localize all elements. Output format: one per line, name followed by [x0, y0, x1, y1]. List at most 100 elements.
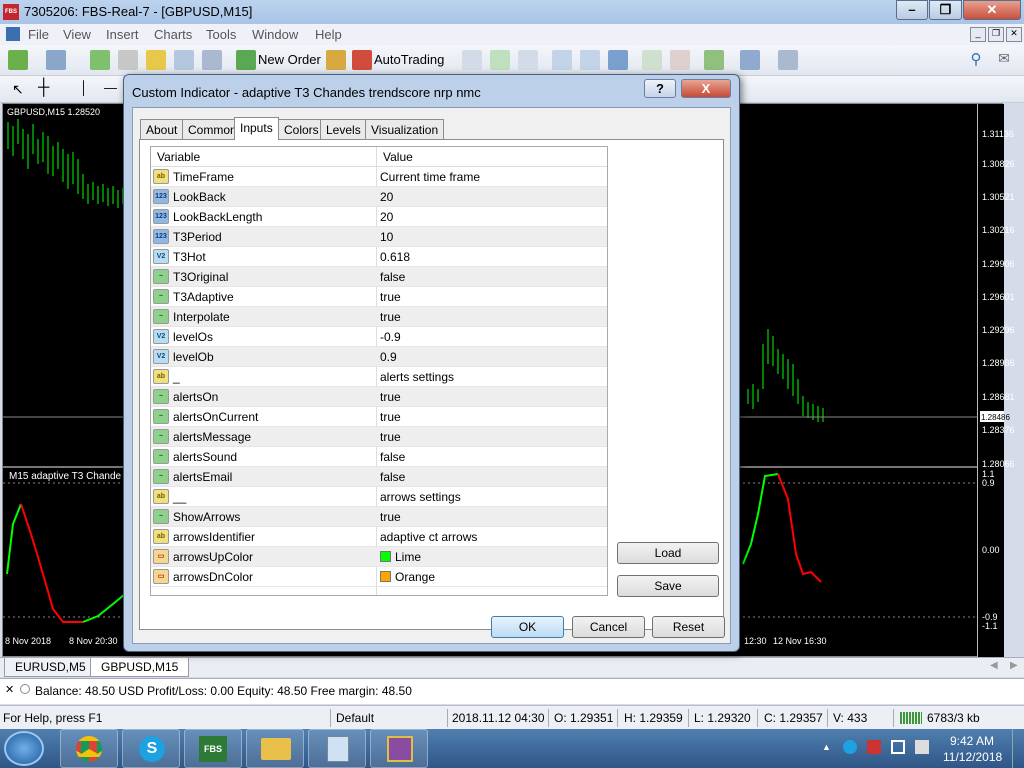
candlestick-icon[interactable]: [490, 50, 510, 70]
periods-icon[interactable]: [740, 50, 760, 70]
tab-colors[interactable]: Colors: [278, 119, 325, 139]
param-row[interactable]: ~ alertsOnCurrent true: [151, 407, 607, 427]
menu-file[interactable]: File: [28, 27, 49, 42]
horizontal-line-icon[interactable]: —: [104, 80, 117, 95]
new-chart-icon[interactable]: [8, 50, 28, 70]
param-value[interactable]: true: [380, 290, 401, 304]
terminal-icon[interactable]: [174, 50, 194, 70]
navigator-icon[interactable]: [146, 50, 166, 70]
cursor-icon[interactable]: ↖: [12, 81, 24, 98]
dialog-close-button[interactable]: X: [681, 79, 731, 98]
param-row[interactable]: 123 LookBack 20: [151, 187, 607, 207]
new-order-button[interactable]: New Order: [258, 52, 321, 67]
param-row[interactable]: ~ Interpolate true: [151, 307, 607, 327]
menu-tools[interactable]: Tools: [206, 27, 236, 42]
param-value[interactable]: true: [380, 430, 401, 444]
taskbar-winrar[interactable]: [370, 729, 428, 768]
tabs-scroll-left-icon[interactable]: ◀: [990, 660, 998, 671]
child-restore-button[interactable]: ❐: [988, 27, 1004, 42]
param-value[interactable]: Current time frame: [380, 170, 480, 184]
param-value[interactable]: Orange: [395, 570, 435, 584]
tabs-scroll-right-icon[interactable]: ▶: [1010, 660, 1018, 671]
param-value[interactable]: 0.618: [380, 250, 410, 264]
param-value[interactable]: 20: [380, 190, 393, 204]
param-row[interactable]: ab arrowsIdentifier adaptive ct arrows: [151, 527, 607, 547]
maximize-button[interactable]: ❐: [929, 0, 962, 20]
child-minimize-button[interactable]: _: [970, 27, 986, 42]
close-window-button[interactable]: ✕: [963, 0, 1021, 20]
menu-view[interactable]: View: [63, 27, 91, 42]
tab-eurusd-m5[interactable]: EURUSD,M5: [4, 658, 97, 677]
menu-insert[interactable]: Insert: [106, 27, 139, 42]
show-desktop-button[interactable]: [1012, 729, 1024, 768]
param-row[interactable]: 123 LookBackLength 20: [151, 207, 607, 227]
taskbar-explorer[interactable]: [246, 729, 304, 768]
param-row[interactable]: ~ T3Adaptive true: [151, 287, 607, 307]
param-row[interactable]: V2 levelOb 0.9: [151, 347, 607, 367]
menu-charts[interactable]: Charts: [154, 27, 192, 42]
param-row[interactable]: ~ alertsMessage true: [151, 427, 607, 447]
param-row[interactable]: ~ ShowArrows true: [151, 507, 607, 527]
taskbar-fbs[interactable]: FBS: [184, 729, 242, 768]
param-value[interactable]: 0.9: [380, 350, 397, 364]
param-row[interactable]: ab _ alerts settings: [151, 367, 607, 387]
child-close-button[interactable]: ✕: [1006, 27, 1022, 42]
taskbar-skype[interactable]: S: [122, 729, 180, 768]
menu-window[interactable]: Window: [252, 27, 298, 42]
zoom-in-icon[interactable]: [552, 50, 572, 70]
param-value[interactable]: 10: [380, 230, 393, 244]
param-value[interactable]: false: [380, 270, 405, 284]
param-row[interactable]: ab TimeFrame Current time frame: [151, 167, 607, 187]
param-value[interactable]: Lime: [395, 550, 421, 564]
param-row[interactable]: V2 levelOs -0.9: [151, 327, 607, 347]
tray-expand-icon[interactable]: ▲: [822, 742, 831, 752]
param-row[interactable]: ~ alertsEmail false: [151, 467, 607, 487]
taskbar-notepad[interactable]: [308, 729, 366, 768]
tab-visualization[interactable]: Visualization: [365, 119, 445, 139]
reset-button[interactable]: Reset: [652, 616, 725, 638]
param-row[interactable]: ~ T3Original false: [151, 267, 607, 287]
cancel-button[interactable]: Cancel: [572, 616, 645, 638]
tray-flag-icon[interactable]: [867, 740, 881, 754]
start-button[interactable]: [4, 731, 44, 766]
profiles-icon[interactable]: [46, 50, 66, 70]
tray-time[interactable]: 9:42 AM: [950, 734, 994, 748]
param-value[interactable]: 20: [380, 210, 393, 224]
save-button[interactable]: Save: [617, 575, 719, 597]
param-value[interactable]: false: [380, 450, 405, 464]
tab-about[interactable]: About: [140, 119, 184, 139]
vertical-line-icon[interactable]: │: [80, 80, 88, 95]
param-row[interactable]: V2 T3Hot 0.618: [151, 247, 607, 267]
load-button[interactable]: Load: [617, 542, 719, 564]
tab-levels[interactable]: Levels: [320, 119, 367, 139]
param-value[interactable]: false: [380, 470, 405, 484]
close-terminal-icon[interactable]: ✕: [5, 683, 14, 696]
status-profile[interactable]: Default: [336, 711, 374, 725]
param-row[interactable]: ~ alertsOn true: [151, 387, 607, 407]
strategy-tester-icon[interactable]: [202, 50, 222, 70]
param-value[interactable]: arrows settings: [380, 490, 461, 504]
chart-shift-icon[interactable]: [670, 50, 690, 70]
minimize-button[interactable]: –: [896, 0, 928, 20]
auto-scroll-icon[interactable]: [642, 50, 662, 70]
param-value[interactable]: -0.9: [380, 330, 401, 344]
autotrading-icon[interactable]: [352, 50, 372, 70]
autotrading-button[interactable]: AutoTrading: [374, 52, 444, 67]
param-row[interactable]: 123 T3Period 10: [151, 227, 607, 247]
tray-skype-icon[interactable]: [843, 740, 857, 754]
param-row[interactable]: ▭ arrowsDnColor Orange: [151, 567, 607, 587]
bar-chart-icon[interactable]: [462, 50, 482, 70]
param-row[interactable]: ▭ arrowsUpColor Lime: [151, 547, 607, 567]
metaeditor-icon[interactable]: [326, 50, 346, 70]
templates-icon[interactable]: [778, 50, 798, 70]
tab-gbpusd-m15[interactable]: GBPUSD,M15: [90, 658, 190, 677]
search-icon[interactable]: ⚲: [966, 50, 986, 70]
param-value[interactable]: true: [380, 390, 401, 404]
param-value[interactable]: true: [380, 410, 401, 424]
param-value[interactable]: true: [380, 510, 401, 524]
param-row[interactable]: ab __ arrows settings: [151, 487, 607, 507]
dialog-help-button[interactable]: ?: [644, 79, 676, 98]
tray-network-icon[interactable]: [891, 740, 905, 754]
param-value[interactable]: true: [380, 310, 401, 324]
zoom-out-icon[interactable]: [580, 50, 600, 70]
